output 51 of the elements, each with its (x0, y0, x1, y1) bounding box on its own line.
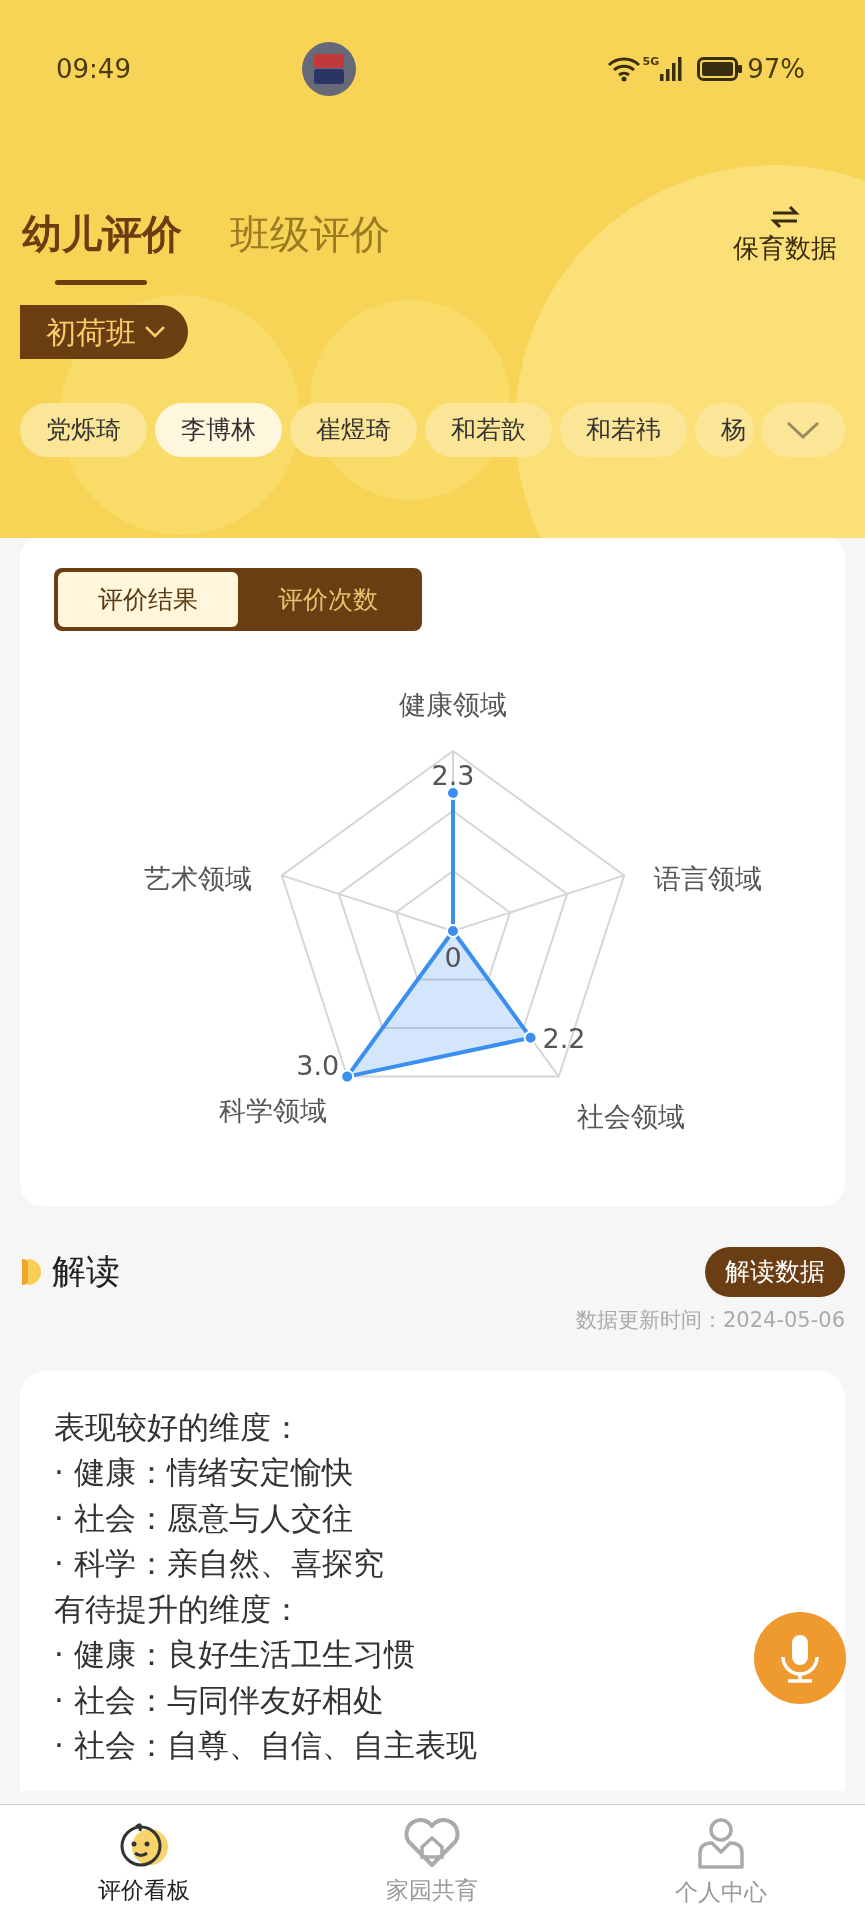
nursing-data-button[interactable]: 保育数据 (727, 204, 843, 269)
swap-icon (770, 205, 800, 229)
axis-label: 科学领域 (219, 1094, 328, 1126)
app-icon (301, 42, 356, 96)
status-time: 09:49 (56, 52, 131, 86)
segment-tab[interactable]: 评价次数 (238, 572, 418, 627)
interpret-data-button[interactable]: 解读数据 (705, 1246, 845, 1297)
battery-level: 97% (747, 52, 805, 86)
child-chip[interactable]: 杨 (695, 403, 754, 457)
tab[interactable]: 幼儿评价 (22, 204, 182, 264)
text-line: · 健康：良好生活卫生习惯 (54, 1635, 415, 1674)
value-label: 2.3 (431, 760, 475, 791)
axis-label: 艺术领域 (143, 863, 252, 895)
heart-house-icon (403, 1817, 462, 1869)
child-chip[interactable]: 和若歆 (425, 403, 552, 457)
person-icon (695, 1817, 746, 1871)
signal-icon (659, 56, 684, 82)
network-type: 5G (642, 53, 660, 70)
text-line: · 社会：与同伴友好相处 (54, 1680, 384, 1720)
wifi-icon (606, 56, 641, 82)
axis-label: 语言领域 (654, 863, 763, 895)
child-chip[interactable]: 和若祎 (560, 403, 687, 457)
segment-tab[interactable]: 评价结果 (58, 572, 238, 627)
value-label: 2.2 (542, 1022, 586, 1054)
text-line: · 社会：愿意与人交往 (54, 1498, 353, 1538)
battery-icon (697, 56, 744, 82)
center-label: 0 (444, 942, 462, 973)
axis-label: 健康领域 (399, 689, 507, 720)
axis-label: 社会领域 (576, 1100, 685, 1132)
child-chip[interactable]: 党烁琦 (20, 403, 147, 457)
text-line: · 健康：情绪安定愉快 (54, 1453, 353, 1492)
child-chip[interactable]: 崔煜琦 (290, 403, 417, 457)
microphone-icon (778, 1633, 822, 1683)
section-title: 解读 (52, 1250, 120, 1293)
half-circle-icon (20, 1256, 44, 1287)
data-point (446, 924, 460, 938)
chevron-down-icon (144, 325, 166, 339)
class-dropdown[interactable]: 初荷班 (20, 305, 188, 359)
data-point (523, 1030, 538, 1045)
data-point (340, 1069, 355, 1084)
data-point (446, 786, 460, 800)
text-line: 表现较好的维度： (54, 1407, 302, 1447)
text-line: · 科学：亲自然、喜探究 (54, 1544, 384, 1583)
value-label: 3.0 (296, 1049, 340, 1081)
update-time: 数据更新时间：2024-05-06 (575, 1308, 845, 1332)
child-chip[interactable]: 李博林 (155, 403, 282, 457)
text-line: · 社会：自尊、自信、自主表现 (54, 1726, 477, 1765)
text-line: 有待提升的维度： (54, 1589, 302, 1629)
chevron-down-icon (786, 420, 820, 440)
expand-button[interactable] (761, 403, 845, 457)
nav-tab[interactable]: 评价看板 (0, 1805, 289, 1920)
